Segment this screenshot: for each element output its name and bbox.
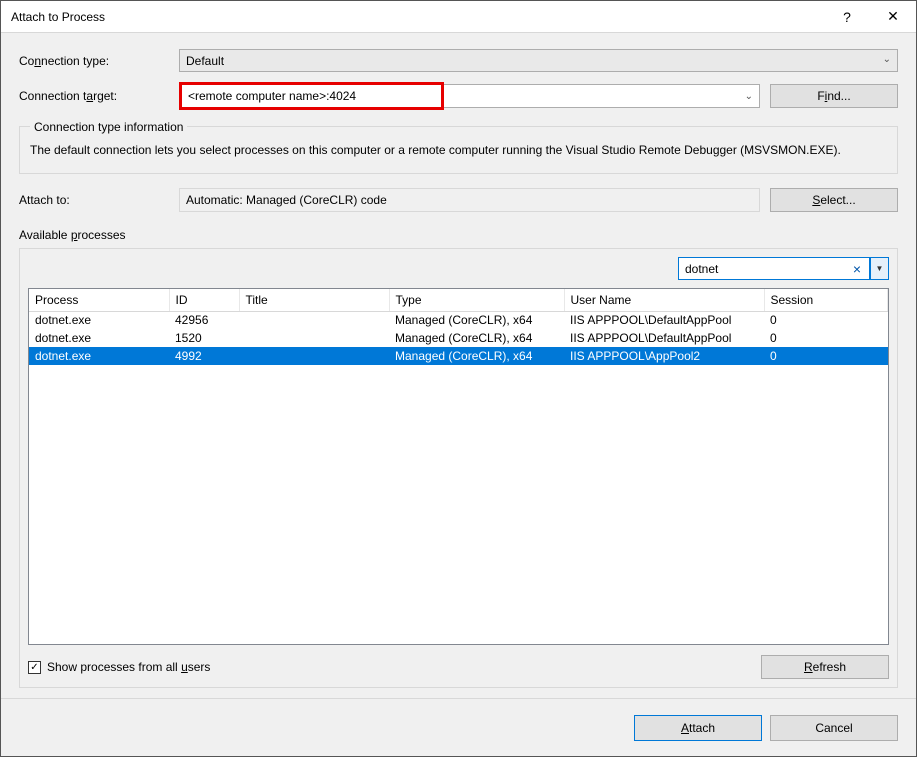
- col-header-user[interactable]: User Name: [564, 289, 764, 311]
- attach-to-row: Attach to: Automatic: Managed (CoreCLR) …: [19, 188, 898, 212]
- cell-id: 1520: [169, 329, 239, 347]
- refresh-button[interactable]: Refresh: [761, 655, 889, 679]
- connection-target-row: Connection target: <remote computer name…: [19, 82, 898, 110]
- filter-row: dotnet × ▼: [28, 257, 889, 280]
- cell-user: IIS APPPOOL\AppPool2: [564, 347, 764, 365]
- check-icon: ✓: [30, 662, 38, 673]
- col-header-id[interactable]: ID: [169, 289, 239, 311]
- process-panel: dotnet × ▼ Process ID Title Type Us: [19, 248, 898, 688]
- table-row[interactable]: dotnet.exe1520 Managed (CoreCLR), x64IIS …: [29, 329, 888, 347]
- cell-title: [239, 311, 389, 329]
- info-group-title: Connection type information: [30, 120, 187, 134]
- chevron-down-icon: ⌄: [883, 54, 891, 65]
- cancel-button[interactable]: Cancel: [770, 715, 898, 741]
- col-header-title[interactable]: Title: [239, 289, 389, 311]
- dialog-footer: Attach Cancel: [1, 698, 916, 756]
- cell-title: [239, 329, 389, 347]
- process-table[interactable]: Process ID Title Type User Name Session …: [29, 289, 888, 365]
- info-group-body: The default connection lets you select p…: [30, 141, 887, 159]
- cell-process: dotnet.exe: [29, 347, 169, 365]
- cell-type: Managed (CoreCLR), x64: [389, 347, 564, 365]
- col-header-type[interactable]: Type: [389, 289, 564, 311]
- show-all-users-label: Show processes from all users: [47, 660, 210, 674]
- cell-user: IIS APPPOOL\DefaultAppPool: [564, 329, 764, 347]
- titlebar: Attach to Process ? ✕: [1, 1, 916, 33]
- chevron-down-icon: ▼: [876, 264, 884, 273]
- cell-id: 4992: [169, 347, 239, 365]
- connection-type-combo[interactable]: Default ⌄: [179, 49, 898, 72]
- clear-filter-icon[interactable]: ×: [849, 261, 865, 277]
- cell-type: Managed (CoreCLR), x64: [389, 311, 564, 329]
- table-row[interactable]: dotnet.exe42956 Managed (CoreCLR), x64IIS…: [29, 311, 888, 329]
- col-header-process[interactable]: Process: [29, 289, 169, 311]
- cell-type: Managed (CoreCLR), x64: [389, 329, 564, 347]
- cell-session: 0: [764, 329, 888, 347]
- available-processes-label: Available processes: [19, 228, 898, 242]
- attach-button[interactable]: Attach: [634, 715, 762, 741]
- help-button[interactable]: ?: [824, 1, 870, 33]
- process-table-container: Process ID Title Type User Name Session …: [28, 288, 889, 645]
- connection-type-info-group: Connection type information The default …: [19, 126, 898, 174]
- cell-process: dotnet.exe: [29, 311, 169, 329]
- col-header-session[interactable]: Session: [764, 289, 888, 311]
- cell-session: 0: [764, 347, 888, 365]
- connection-target-input[interactable]: <remote computer name>:4024: [179, 82, 444, 110]
- window-title: Attach to Process: [11, 10, 105, 24]
- attach-to-label: Attach to:: [19, 193, 169, 207]
- table-row[interactable]: dotnet.exe4992 Managed (CoreCLR), x64IIS …: [29, 347, 888, 365]
- table-header-row: Process ID Title Type User Name Session: [29, 289, 888, 311]
- attach-to-value: Automatic: Managed (CoreCLR) code: [179, 188, 760, 212]
- cell-session: 0: [764, 311, 888, 329]
- attach-to-process-dialog: Attach to Process ? ✕ Connection type: D…: [0, 0, 917, 757]
- dialog-content: Connection type: Default ⌄ Connection ta…: [1, 33, 916, 698]
- chevron-down-icon: ⌄: [745, 91, 753, 102]
- cell-title: [239, 347, 389, 365]
- connection-target-label: Connection target:: [19, 89, 169, 103]
- find-button[interactable]: Find...: [770, 84, 898, 108]
- connection-target-dropdown[interactable]: ⌄: [444, 84, 760, 108]
- show-all-users-checkbox[interactable]: ✓: [28, 661, 41, 674]
- cell-process: dotnet.exe: [29, 329, 169, 347]
- close-button[interactable]: ✕: [870, 1, 916, 33]
- connection-type-value: Default: [186, 54, 224, 68]
- process-filter-input[interactable]: dotnet ×: [678, 257, 870, 280]
- cell-user: IIS APPPOOL\DefaultAppPool: [564, 311, 764, 329]
- connection-type-row: Connection type: Default ⌄: [19, 49, 898, 72]
- select-button[interactable]: Select...: [770, 188, 898, 212]
- connection-type-label: Connection type:: [19, 54, 169, 68]
- filter-dropdown-button[interactable]: ▼: [870, 257, 889, 280]
- cell-id: 42956: [169, 311, 239, 329]
- below-table-row: ✓ Show processes from all users Refresh: [28, 655, 889, 679]
